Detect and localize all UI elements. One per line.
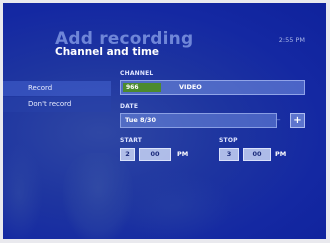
channel-field[interactable]: 966 VIDEO [120,80,305,95]
stop-hour-field[interactable]: 3 [219,148,239,161]
page-subtitle: Channel and time [55,46,160,58]
action-menu: Record Don't record [3,81,111,112]
date-label: DATE [120,103,139,110]
channel-name: VIDEO [179,83,202,91]
date-field[interactable]: Tue 8/30 [120,113,277,128]
background-figure [3,143,43,239]
menu-item-record[interactable]: Record [3,81,111,96]
channel-number[interactable]: 966 [123,83,161,92]
stop-label: STOP [219,137,238,144]
background-figure [113,171,233,239]
date-increment-button[interactable]: + [290,113,305,128]
date-decrement-button[interactable]: − [274,117,282,124]
start-hour-field[interactable]: 2 [120,148,135,161]
date-value: Tue 8/30 [125,116,156,124]
start-label: START [120,137,143,144]
start-ampm[interactable]: PM [177,148,188,161]
start-minute-field[interactable]: 00 [139,148,171,161]
menu-item-dont-record[interactable]: Don't record [3,97,111,112]
stop-minute-field[interactable]: 00 [243,148,271,161]
clock: 2:55 PM [278,36,305,44]
stop-ampm[interactable]: PM [275,148,286,161]
media-center-screen: Add recording Channel and time 2:55 PM R… [3,3,326,239]
channel-label: CHANNEL [120,70,154,77]
